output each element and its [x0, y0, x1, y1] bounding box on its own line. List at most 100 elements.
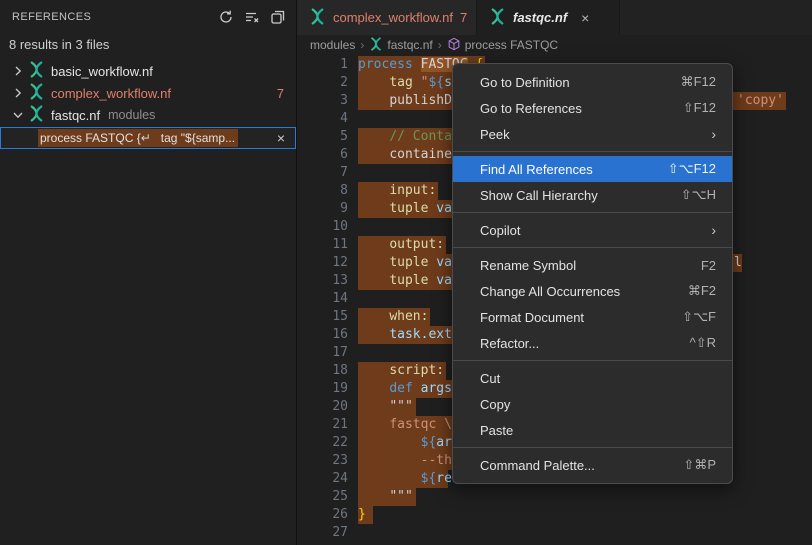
menu-item-label: Cut — [480, 371, 716, 386]
menu-item-rename-symbol[interactable]: Rename SymbolF2 — [453, 252, 732, 278]
file-name-label: complex_workflow.nf — [51, 86, 171, 101]
menu-item-copy[interactable]: Copy — [453, 391, 732, 417]
dismiss-result-icon[interactable]: × — [277, 131, 285, 145]
menu-item-go-to-definition[interactable]: Go to Definition⌘F12 — [453, 69, 732, 95]
menu-item-refactor[interactable]: Refactor...^⇧R — [453, 330, 732, 356]
line-number: 23 — [297, 452, 348, 470]
line-number: 18 — [297, 362, 348, 380]
menu-item-show-call-hierarchy[interactable]: Show Call Hierarchy⇧⌥H — [453, 182, 732, 208]
line-number: 4 — [297, 110, 348, 128]
vscode-window: REFERENCES 8 results in 3 files basic_wo… — [0, 0, 812, 545]
breadcrumb-item-symbol[interactable]: process FASTQC — [465, 38, 558, 52]
menu-item-label: Copy — [480, 397, 716, 412]
line-number: 17 — [297, 344, 348, 362]
menu-item-go-to-references[interactable]: Go to References⇧F12 — [453, 95, 732, 121]
code-text: tuple va — [358, 200, 452, 218]
file-result-fastqc-nf[interactable]: fastqc.nfmodules — [0, 104, 296, 126]
menu-item-label: Go to Definition — [480, 75, 681, 90]
menu-item-format-document[interactable]: Format Document⇧⌥F — [453, 304, 732, 330]
code-text: task.ext — [358, 326, 452, 344]
collapse-all-icon[interactable] — [270, 9, 286, 25]
line-number: 8 — [297, 182, 348, 200]
nextflow-file-icon — [369, 37, 383, 54]
code-text: """ — [358, 398, 413, 416]
breadcrumb-item-file[interactable]: fastqc.nf — [387, 38, 432, 52]
menu-item-shortcut: ^⇧R — [690, 335, 716, 351]
refresh-icon[interactable] — [218, 9, 234, 25]
close-tab-icon[interactable]: × — [581, 10, 589, 26]
breadcrumb-separator: › — [360, 38, 364, 52]
code-text: script: — [358, 362, 444, 380]
references-panel-title: REFERENCES — [12, 11, 218, 23]
code-text: ${ar — [358, 434, 452, 452]
nextflow-file-icon — [28, 83, 45, 103]
editor-context-menu: Go to Definition⌘F12Go to References⇧F12… — [452, 63, 733, 484]
result-count-badge: 7 — [277, 86, 284, 101]
line-number: 7 — [297, 164, 348, 182]
code-text: // Conta — [358, 128, 452, 146]
editor-tab-bar: complex_workflow.nf 7 fastqc.nf × — [297, 0, 812, 35]
menu-item-shortcut: ⌘F12 — [681, 74, 716, 90]
line-number: 13 — [297, 272, 348, 290]
code-text: containe — [358, 146, 452, 164]
menu-item-label: Go to References — [480, 101, 683, 116]
line-number: 24 — [297, 470, 348, 488]
line-number: 22 — [297, 434, 348, 452]
menu-item-shortcut: ⇧⌥F12 — [668, 161, 716, 177]
file-name-label: basic_workflow.nf — [51, 64, 153, 79]
chevron-down-icon[interactable] — [10, 107, 28, 123]
clear-results-icon[interactable] — [244, 9, 260, 25]
results-summary: 8 results in 3 files — [0, 33, 296, 60]
breadcrumb-item-modules[interactable]: modules — [310, 38, 355, 52]
menu-item-copilot[interactable]: Copilot› — [453, 217, 732, 243]
code-text-fragment: l — [734, 254, 742, 272]
menu-item-label: Peek — [480, 127, 711, 142]
menu-item-shortcut: ⇧⌥H — [681, 187, 716, 203]
chevron-right-icon[interactable] — [10, 63, 28, 79]
line-number: 26 — [297, 506, 348, 524]
menu-item-paste[interactable]: Paste — [453, 417, 732, 443]
nextflow-file-icon — [28, 105, 45, 125]
code-text: publishD'copy' — [358, 92, 452, 110]
references-panel: REFERENCES 8 results in 3 files basic_wo… — [0, 0, 297, 545]
code-line: 27 — [297, 524, 812, 542]
file-name-label: fastqc.nf — [51, 108, 100, 123]
chevron-right-icon[interactable] — [10, 85, 28, 101]
menu-divider — [453, 212, 732, 213]
code-text: tuple va — [358, 272, 452, 290]
menu-item-label: Paste — [480, 423, 716, 438]
reference-result-item[interactable]: process FASTQC {↵ tag "${samp... × — [0, 127, 296, 149]
menu-item-peek[interactable]: Peek› — [453, 121, 732, 147]
tab-label: fastqc.nf — [513, 10, 567, 25]
menu-item-change-all-occurrences[interactable]: Change All Occurrences⌘F2 — [453, 278, 732, 304]
menu-item-shortcut: ⇧F12 — [683, 100, 716, 116]
code-text: ${re — [358, 470, 452, 488]
menu-item-cut[interactable]: Cut — [453, 365, 732, 391]
line-number: 25 — [297, 488, 348, 506]
line-number: 20 — [297, 398, 348, 416]
menu-item-label: Format Document — [480, 310, 682, 325]
submenu-chevron-icon: › — [711, 222, 716, 238]
breadcrumb-separator: › — [438, 38, 442, 52]
tab-fastqc[interactable]: fastqc.nf × — [477, 0, 620, 35]
menu-item-find-all-references[interactable]: Find All References⇧⌥F12 — [453, 156, 732, 182]
code-text: } — [358, 506, 366, 524]
line-number: 27 — [297, 524, 348, 542]
menu-item-label: Command Palette... — [480, 458, 683, 473]
menu-item-command-palette[interactable]: Command Palette...⇧⌘P — [453, 452, 732, 478]
code-text: fastqc \ — [358, 416, 452, 434]
line-number: 19 — [297, 380, 348, 398]
tab-complex-workflow[interactable]: complex_workflow.nf 7 — [297, 0, 477, 35]
menu-item-shortcut: ⇧⌥F — [682, 309, 716, 325]
file-result-basic-workflow-nf[interactable]: basic_workflow.nf — [0, 60, 296, 82]
code-text: when: — [358, 308, 428, 326]
line-number: 9 — [297, 200, 348, 218]
menu-divider — [453, 360, 732, 361]
references-panel-header: REFERENCES — [0, 0, 296, 33]
menu-item-shortcut: ⌘F2 — [688, 283, 716, 299]
tab-problem-badge: 7 — [460, 10, 467, 25]
menu-item-label: Refactor... — [480, 336, 690, 351]
line-number: 10 — [297, 218, 348, 236]
tab-label: complex_workflow.nf — [333, 10, 453, 25]
file-result-complex-workflow-nf[interactable]: complex_workflow.nf 7 — [0, 82, 296, 104]
